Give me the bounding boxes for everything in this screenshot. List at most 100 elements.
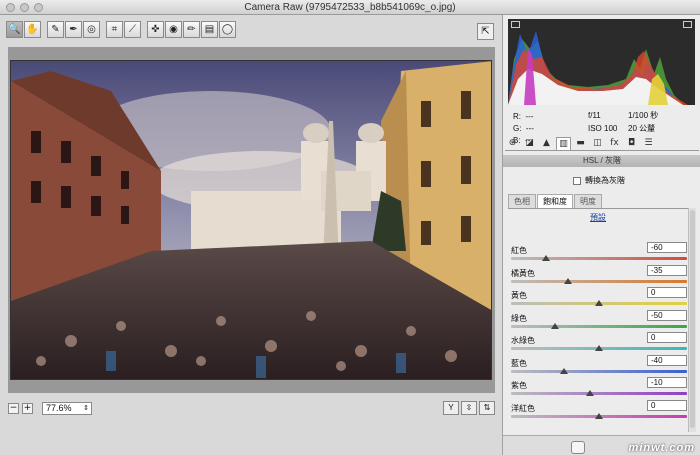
adjustment-brush-tool[interactable]: ✏ (183, 21, 200, 38)
slider-knob[interactable] (559, 367, 568, 374)
tab-split-toning[interactable]: ▬ (573, 137, 588, 150)
swap-settings-button[interactable]: ⇅ (479, 401, 495, 415)
adjustment-brush-icon: ✏ (187, 24, 196, 35)
slider-value-field[interactable]: -40 (647, 354, 687, 366)
close-window-button[interactable] (6, 3, 15, 12)
slider-row: 洋紅色 0 (511, 399, 687, 424)
slider-knob[interactable] (595, 412, 603, 419)
tab-hsl[interactable]: ▥ (556, 137, 571, 150)
slider-track[interactable] (511, 369, 687, 373)
slider-knob[interactable] (564, 277, 573, 284)
grayscale-option[interactable]: 轉換為灰階 (573, 175, 625, 186)
tab-presets[interactable]: ☰ (641, 137, 656, 150)
shadow-clipping-toggle[interactable] (511, 21, 520, 28)
slider-track[interactable] (511, 324, 687, 328)
slider-knob[interactable] (551, 322, 559, 329)
white-balance-tool[interactable]: ✎ (47, 21, 64, 38)
subtab-0[interactable]: 色相 (508, 194, 536, 208)
aperture-value: f/11 (588, 111, 601, 120)
swap-icon: ⇅ (483, 403, 491, 412)
slider-track[interactable] (511, 257, 687, 260)
slider-track[interactable] (511, 392, 687, 395)
tab-detail[interactable]: ▲ (539, 137, 554, 150)
camera-info: f/11 1/100 秒 ISO 100 20 公釐 (588, 109, 658, 135)
scrollbar-thumb[interactable] (690, 210, 695, 428)
default-link[interactable]: 預設 (503, 212, 693, 223)
preview-image (10, 60, 492, 380)
slider-value-field[interactable]: -35 (647, 264, 687, 276)
preview-canvas[interactable] (8, 47, 495, 393)
highlight-clipping-toggle[interactable] (683, 21, 692, 28)
g-value: --- (525, 124, 534, 133)
panel-title: HSL / 灰階 (503, 155, 700, 167)
window-title: Camera Raw (9795472533_b8b541069c_o.jpg) (244, 2, 456, 13)
white-balance-icon: ✎ (51, 24, 60, 35)
hand-tool[interactable]: ✋ (24, 21, 41, 38)
iso-value: ISO 100 (588, 124, 618, 133)
slider-value-field[interactable]: -50 (647, 309, 687, 321)
slider-value-field[interactable]: -10 (647, 377, 687, 388)
zoom-tool[interactable]: 🔍 (6, 21, 23, 38)
slider-knob[interactable] (595, 300, 603, 306)
crop-tool[interactable]: ⌗ (106, 21, 123, 38)
curve-icon: ◪ (525, 138, 534, 148)
slider-row: 黃色 0 (511, 287, 687, 311)
panel-scrollbar[interactable] (688, 208, 696, 432)
tab-basic[interactable]: ⊛ (505, 137, 520, 150)
slider-value-field[interactable]: -60 (647, 242, 687, 253)
slider-label: 橘黃色 (511, 268, 535, 278)
preview-toggle-button[interactable]: Y (443, 401, 459, 415)
histogram-graph (508, 31, 688, 105)
graduated-filter-tool[interactable]: ▤ (201, 21, 218, 38)
red-eye-tool[interactable]: ◉ (165, 21, 182, 38)
slider-value-field[interactable]: 0 (647, 332, 687, 343)
color-sampler-tool[interactable]: ✒ (65, 21, 82, 38)
minimize-window-button[interactable] (20, 3, 29, 12)
slider-knob[interactable] (586, 390, 595, 396)
radial-filter-tool[interactable]: ◯ (219, 21, 236, 38)
fx-icon: fx (610, 138, 619, 148)
subtab-1[interactable]: 飽和度 (537, 194, 573, 208)
slider-track[interactable] (511, 279, 687, 283)
camera-icon: ◘ (627, 138, 636, 148)
zoom-out-button[interactable]: − (8, 402, 19, 414)
tab-tone-curve[interactable]: ◪ (522, 137, 537, 150)
photo-scene (11, 61, 491, 379)
zoom-window-button[interactable] (34, 3, 43, 12)
slider-row: 綠色 -50 (511, 309, 687, 334)
export-icon: ⇱ (481, 26, 490, 37)
targeted-adjustment-tool[interactable]: ◎ (83, 21, 100, 38)
slider-row: 橘黃色 -35 (511, 264, 687, 289)
aperture-icon: ⊛ (508, 138, 517, 148)
tab-effects[interactable]: fx (607, 137, 622, 150)
slider-label: 綠色 (511, 313, 527, 323)
open-preferences-button[interactable]: ⇱ (477, 23, 494, 40)
window-controls (6, 3, 43, 12)
slider-row: 紫色 -10 (511, 377, 687, 401)
straighten-tool[interactable]: ⟋ (124, 21, 141, 38)
slider-value-field[interactable]: 0 (647, 399, 687, 411)
hsl-subtabs: 色相 飽和度 明度 (508, 194, 694, 209)
done-button[interactable] (571, 441, 585, 454)
tab-lens[interactable]: ◫ (590, 137, 605, 150)
grayscale-label: 轉換為灰階 (585, 176, 625, 185)
slider-value-field[interactable]: 0 (647, 287, 687, 298)
slider-knob[interactable] (595, 345, 603, 351)
hsl-icon: ▥ (559, 139, 568, 149)
before-after-button[interactable]: ⇳ (461, 401, 477, 415)
funnel-icon: Y (448, 403, 454, 412)
split-view-icon: ⇳ (465, 403, 473, 412)
histogram (508, 19, 695, 105)
zoom-level-select[interactable]: 77.6% ⇕ (42, 401, 92, 415)
tab-camera-calibration[interactable]: ◘ (624, 137, 639, 150)
title-bar: Camera Raw (9795472533_b8b541069c_o.jpg) (0, 0, 700, 15)
grayscale-checkbox[interactable] (573, 176, 581, 185)
g-label: G: (513, 124, 522, 133)
split-toning-icon: ▬ (576, 138, 585, 148)
slider-label: 水綠色 (511, 336, 535, 345)
slider-knob[interactable] (542, 255, 551, 261)
spot-removal-tool[interactable]: ✜ (147, 21, 164, 38)
spot-removal-icon: ✜ (151, 24, 160, 35)
zoom-in-button[interactable]: + (22, 402, 33, 414)
subtab-2[interactable]: 明度 (574, 194, 602, 208)
